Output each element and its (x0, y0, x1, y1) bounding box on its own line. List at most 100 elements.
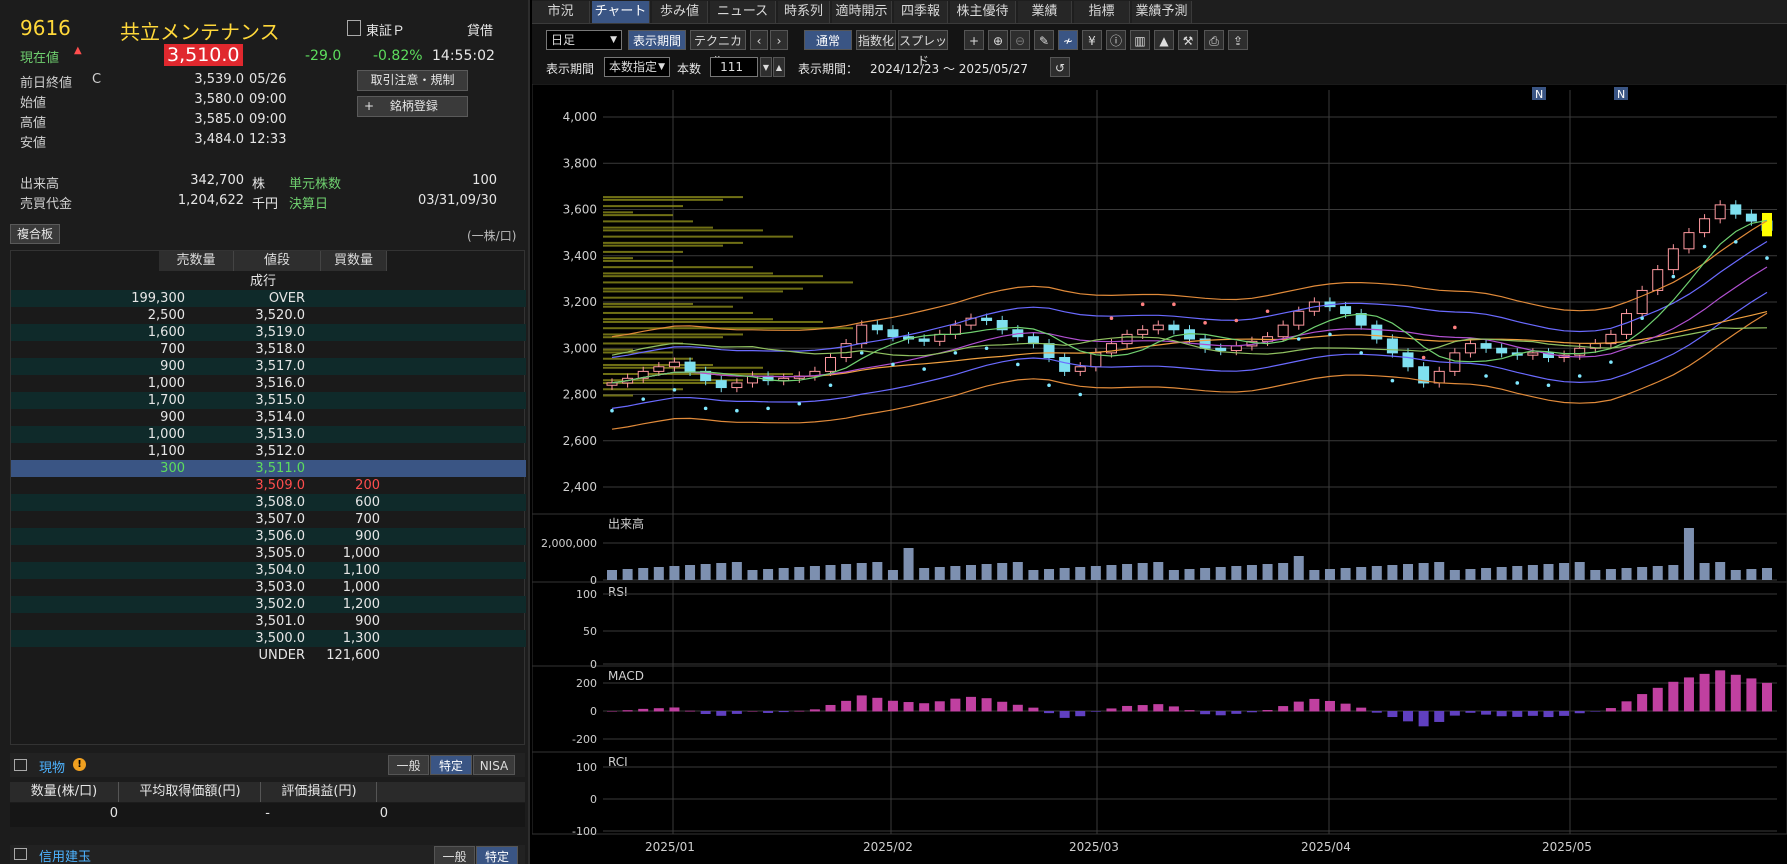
tab-7[interactable]: 株主優待 (950, 1, 1016, 23)
chevron-right-icon[interactable]: › (770, 30, 788, 50)
volume-bar (1231, 566, 1242, 580)
board-row[interactable]: 3,506.0 900 (11, 528, 526, 545)
area-chart-icon[interactable]: ▲ (1154, 30, 1174, 50)
board-row[interactable]: 3,503.0 1,000 (11, 579, 526, 596)
board-row[interactable]: 3,508.0 600 (11, 494, 526, 511)
candle-type-icon[interactable]: ▥ (1130, 30, 1150, 50)
composite-board-button[interactable]: 複合板 (10, 224, 60, 244)
board-row[interactable]: 1,100 3,512.0 (11, 443, 526, 460)
volume-bar (1044, 569, 1055, 580)
sar-dot (1609, 360, 1613, 364)
info-icon[interactable]: ⓘ (1106, 30, 1126, 50)
macd-histogram-bar (1184, 710, 1195, 712)
warning-icon[interactable]: ! (73, 758, 86, 771)
chevron-left-icon[interactable]: ‹ (750, 30, 768, 50)
window-icon[interactable] (14, 848, 27, 860)
crosshair-icon[interactable]: + (964, 30, 984, 50)
period-mode-select[interactable]: 本数指定 ▼ (604, 57, 670, 77)
tab-3[interactable]: ニュース (710, 1, 776, 23)
window-icon[interactable] (14, 759, 27, 771)
volume-bar (1434, 562, 1445, 580)
board-row[interactable]: 2,500 3,520.0 (11, 307, 526, 324)
holdings-tab-nisa[interactable]: NISA (473, 755, 515, 775)
macd-histogram-bar (1293, 701, 1304, 712)
board-row[interactable]: 1,700 3,515.0 (11, 392, 526, 409)
board-row[interactable]: 3,509.0 200 (11, 477, 526, 494)
export-icon[interactable]: ⇪ (1228, 30, 1248, 50)
board-row[interactable]: 1,000 3,513.0 (11, 426, 526, 443)
y-tick-label: 3,400 (563, 249, 597, 263)
board-row[interactable]: 3,500.0 1,300 (11, 630, 526, 647)
margin-tab-general[interactable]: 一般 (434, 846, 475, 864)
tab-0[interactable]: 市況 (532, 1, 590, 23)
board-row[interactable]: 700 3,518.0 (11, 341, 526, 358)
board-row[interactable]: 1,600 3,519.0 (11, 324, 526, 341)
trend-line-icon[interactable]: ≁ (1058, 30, 1078, 50)
spin-down-icon[interactable]: ▼ (760, 57, 772, 77)
display-period-button[interactable]: 表示期間 (628, 30, 686, 50)
tab-10[interactable]: 業績予測 (1132, 1, 1192, 23)
board-row[interactable]: 3,504.0 1,100 (11, 562, 526, 579)
tab-8[interactable]: 業績 (1018, 1, 1072, 23)
candle-body (1527, 352, 1539, 356)
board-row[interactable]: 3,501.0 900 (11, 613, 526, 630)
technical-button[interactable]: テクニカル (690, 30, 746, 68)
candle-body (715, 380, 727, 389)
count-input[interactable]: 111 (710, 57, 758, 77)
sar-dot (797, 401, 802, 406)
wrench-icon[interactable]: ⚒ (1178, 30, 1198, 50)
board-row[interactable]: 3,505.0 1,000 (11, 545, 526, 562)
trade-notice-button[interactable]: 取引注意・規制 (357, 70, 468, 91)
reset-icon[interactable]: ↺ (1050, 57, 1070, 77)
volume-bar (1090, 566, 1101, 580)
normal-button[interactable]: 通常 (804, 30, 852, 50)
spin-up-icon[interactable]: ▲ (773, 57, 785, 77)
board-buy-qty: 1,100 (342, 563, 380, 578)
board-row[interactable]: 1,000 3,516.0 (11, 375, 526, 392)
board-row[interactable]: 3,502.0 1,200 (11, 596, 526, 613)
yen-icon[interactable]: ¥ (1082, 30, 1102, 50)
tab-9[interactable]: 指標 (1074, 1, 1130, 23)
y-tick-label: 3,000 (563, 341, 597, 355)
panel-title: MACD (608, 669, 644, 683)
board-row[interactable]: UNDER 121,600 (11, 647, 526, 664)
sar-dot (766, 406, 770, 411)
stock-name: 共立メンテナンス (120, 20, 280, 44)
holdings-tab-specific[interactable]: 特定 (430, 755, 472, 775)
print-icon[interactable]: ⎙ (1204, 30, 1224, 50)
macd-histogram-bar (607, 711, 617, 712)
volume-bar (1387, 565, 1398, 580)
zoom-in-icon[interactable]: ⊕ (988, 30, 1008, 50)
board-row[interactable]: 900 3,517.0 (11, 358, 526, 375)
y-tick-label: 0 (590, 705, 597, 718)
volume-bar (1668, 565, 1679, 580)
board-row[interactable]: 成行 (11, 273, 526, 290)
board-row[interactable]: 900 3,514.0 (11, 409, 526, 426)
document-icon[interactable] (347, 20, 361, 36)
board-price: 3,502.0 (255, 597, 305, 612)
board-price: 3,514.0 (255, 410, 305, 425)
tab-2[interactable]: 歩み値 (652, 1, 708, 23)
board-row[interactable]: 3,507.0 700 (11, 511, 526, 528)
tab-1[interactable]: チャート (592, 1, 650, 23)
board-row[interactable]: 199,300 OVER (11, 290, 526, 307)
period-select[interactable]: 日足 ▼ (546, 30, 622, 50)
board-price: 3,519.0 (255, 325, 305, 340)
register-stock-button[interactable]: + 銘柄登録 (357, 96, 468, 117)
volume-bar (1262, 564, 1273, 580)
chart-area[interactable]: 4,000 3,800 3,600 3,400 3,200 3,000 2,800 2,600… (532, 0, 1787, 864)
board-row[interactable]: 300 3,511.0 (11, 460, 526, 477)
macd-histogram-bar (872, 697, 883, 712)
margin-tab-specific[interactable]: 特定 (476, 846, 518, 864)
spread-button[interactable]: スプレッド (898, 30, 948, 68)
tab-5[interactable]: 適時開示 (832, 1, 892, 23)
holdings-tab-general[interactable]: 一般 (388, 755, 429, 775)
board-unit-label: (一株/口) (467, 229, 517, 243)
volume-bar (1481, 568, 1492, 580)
zoom-out-icon[interactable]: ⊖ (1010, 30, 1030, 50)
candle-body (1074, 366, 1086, 372)
pencil-icon[interactable]: ✎ (1034, 30, 1054, 50)
index-button[interactable]: 指数化 (856, 30, 896, 50)
tab-6[interactable]: 四季報 (894, 1, 948, 23)
tab-4[interactable]: 時系列 (778, 1, 830, 23)
